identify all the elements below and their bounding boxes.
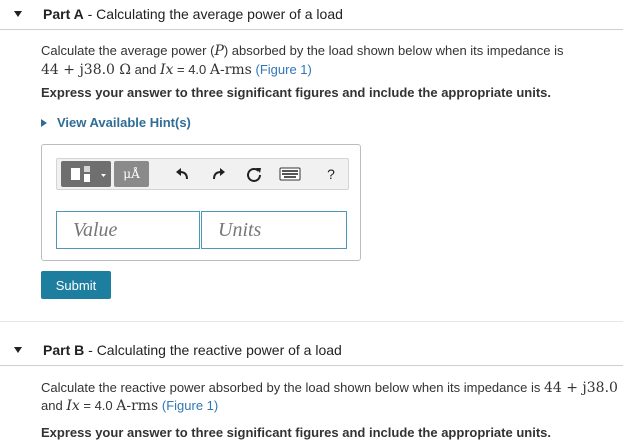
caret-right-icon xyxy=(41,118,47,127)
templates-icon xyxy=(71,166,106,182)
question-b-line: Calculate the reactive power absorbed by… xyxy=(41,380,544,395)
current-variable: Ix xyxy=(159,62,174,78)
figure-link[interactable]: (Figure 1) xyxy=(256,62,312,77)
units-symbols-button[interactable]: μÅ xyxy=(114,161,149,187)
part-a-divider xyxy=(0,29,623,30)
impedance-value: 44 + j38.0 Ω xyxy=(41,62,132,78)
part-b-header[interactable]: Part B - Calculating the reactive power … xyxy=(0,336,637,364)
templates-button[interactable] xyxy=(61,161,111,187)
part-a-question: Calculate the average power (P) absorbed… xyxy=(41,42,564,79)
part-a-header[interactable]: Part A - Calculating the average power o… xyxy=(0,0,637,28)
question-prefix: Calculate the average power ( xyxy=(41,43,215,58)
figure-b-link[interactable]: (Figure 1) xyxy=(162,398,218,413)
part-b-question: Calculate the reactive power absorbed by… xyxy=(41,379,618,415)
current-b-unit: A-rms xyxy=(116,398,159,414)
part-b-separator: - xyxy=(84,342,97,358)
redo-icon[interactable] xyxy=(210,165,228,183)
math-toolbar: μÅ ? xyxy=(56,158,349,190)
collapse-triangle-icon[interactable] xyxy=(14,11,22,17)
help-icon[interactable]: ? xyxy=(322,165,340,183)
current-b-equals: = 4.0 xyxy=(79,398,117,413)
current-b-variable: Ix xyxy=(66,398,80,414)
collapse-triangle-icon[interactable] xyxy=(14,347,22,353)
view-hints-link[interactable]: View Available Hint(s) xyxy=(41,115,191,130)
and-b-text: and xyxy=(41,398,67,413)
current-equals: = 4.0 xyxy=(173,62,210,77)
part-a-separator: - xyxy=(83,6,97,22)
impedance-b-value: 44 + j38.0 xyxy=(543,380,618,396)
part-b-instruction: Express your answer to three significant… xyxy=(41,425,551,440)
part-b-title: Calculating the reactive power of a load xyxy=(96,342,342,358)
keyboard-icon[interactable] xyxy=(279,165,301,183)
part-a-title: Calculating the average power of a load xyxy=(96,6,343,22)
units-input[interactable]: Units xyxy=(201,211,347,249)
part-a-label: Part A xyxy=(43,6,84,22)
section-divider xyxy=(0,321,623,322)
part-b-divider xyxy=(0,365,623,366)
undo-icon[interactable] xyxy=(173,165,191,183)
part-a-instruction: Express your answer to three significant… xyxy=(41,85,551,100)
reset-icon[interactable] xyxy=(245,165,263,183)
part-b-label: Part B xyxy=(43,342,85,358)
value-input[interactable]: Value xyxy=(56,211,200,249)
submit-button[interactable]: Submit xyxy=(41,271,111,299)
and-text: and xyxy=(131,62,160,77)
current-unit: A-rms xyxy=(209,62,252,78)
var-p: P xyxy=(214,43,224,59)
question-suffix: ) absorbed by the load shown below when … xyxy=(223,43,564,58)
hint-label: View Available Hint(s) xyxy=(57,115,191,130)
answer-box: μÅ ? Value Units xyxy=(41,144,361,261)
